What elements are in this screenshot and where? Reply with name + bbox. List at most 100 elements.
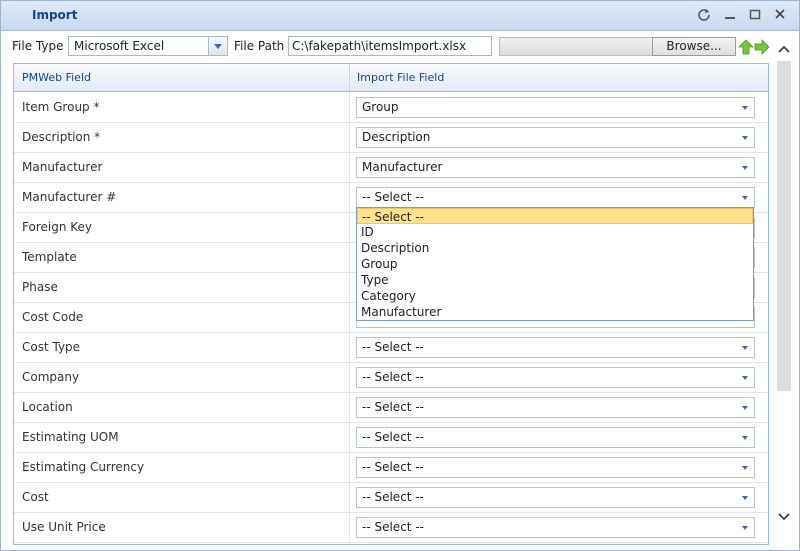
import-field-select[interactable]: Description: [356, 127, 755, 148]
right-arrow-icon[interactable]: [753, 38, 771, 56]
chevron-down-icon[interactable]: [742, 526, 748, 530]
column-separator: [349, 512, 350, 542]
table-row: Location -- Select --: [14, 392, 768, 423]
chevron-down-icon: [214, 44, 222, 49]
pmweb-field-label: Estimating Currency: [22, 460, 145, 474]
pmweb-field-label: Use Unit Price: [22, 520, 106, 534]
import-field-value: Group: [362, 100, 399, 114]
column-separator: [349, 482, 350, 512]
column-separator: [349, 152, 350, 182]
table-row: Use Unit Price -- Select --: [14, 512, 768, 543]
pmweb-field-label: Company: [22, 370, 80, 384]
title-bar[interactable]: Import: [1, 1, 799, 31]
chevron-down-icon[interactable]: [742, 106, 748, 110]
pmweb-field-label: Template: [22, 250, 77, 264]
import-field-select[interactable]: -- Select --: [356, 367, 755, 388]
pmweb-field-label: Description *: [22, 130, 101, 144]
import-field-value: -- Select --: [362, 190, 424, 204]
column-separator: [349, 302, 350, 332]
dropdown-option[interactable]: Group: [357, 256, 753, 272]
file-type-label: File Type: [12, 39, 64, 53]
import-field-select[interactable]: -- Select --: [356, 397, 755, 418]
chevron-down-icon[interactable]: [742, 196, 748, 200]
column-separator: [349, 422, 350, 452]
file-path-field[interactable]: C:\fakepath\itemsImport.xlsx: [288, 36, 492, 56]
import-field-dropdown-list[interactable]: -- Select -- ID Description Group Type Catego…: [356, 207, 754, 321]
column-separator: [349, 182, 350, 212]
chevron-down-icon[interactable]: [742, 406, 748, 410]
chevron-down-icon[interactable]: [742, 136, 748, 140]
import-field-select[interactable]: -- Select --: [356, 427, 755, 448]
file-type-select[interactable]: Microsoft Excel: [68, 36, 228, 56]
column-separator: [349, 92, 350, 122]
column-separator: [349, 452, 350, 482]
chevron-down-icon[interactable]: [742, 346, 748, 350]
pmweb-field-label: Cost: [22, 490, 49, 504]
import-field-value: -- Select --: [362, 340, 424, 354]
table-row: Estimating Currency -- Select --: [14, 452, 768, 483]
upload-progress-bar: [499, 37, 653, 56]
table-row: Cost -- Select --: [14, 482, 768, 513]
table-row: Description * Description: [14, 122, 768, 153]
dropdown-option[interactable]: -- Select --: [357, 208, 753, 224]
column-separator: [349, 362, 350, 392]
chevron-down-icon[interactable]: [742, 496, 748, 500]
import-window: Import File Type Microsoft Excel File Pa…: [0, 0, 800, 551]
minimize-icon[interactable]: [722, 7, 738, 23]
chevron-down-icon[interactable]: [742, 466, 748, 470]
pmweb-field-label: Item Group *: [22, 100, 100, 114]
pmweb-field-label: Foreign Key: [22, 220, 92, 234]
table-row: Estimating UOM -- Select --: [14, 422, 768, 453]
pmweb-field-label: Cost Type: [22, 340, 81, 354]
chevron-down-icon[interactable]: [742, 376, 748, 380]
file-path-label: File Path: [234, 39, 285, 53]
maximize-icon[interactable]: [747, 7, 763, 23]
chevron-down-icon[interactable]: [742, 436, 748, 440]
dropdown-option[interactable]: Category: [357, 288, 753, 304]
chevron-up-icon[interactable]: [777, 43, 791, 57]
scrollbar-thumb[interactable]: [777, 61, 791, 391]
import-field-select[interactable]: -- Select --: [356, 337, 755, 358]
table-row: Company -- Select --: [14, 362, 768, 393]
file-type-value: Microsoft Excel: [74, 39, 165, 53]
column-separator: [349, 242, 350, 272]
import-field-value: Manufacturer: [362, 160, 443, 174]
import-field-select[interactable]: Group: [356, 97, 755, 118]
pmweb-field-label: Phase: [22, 280, 58, 294]
dropdown-option[interactable]: Type: [357, 272, 753, 288]
table-row: Manufacturer Manufacturer: [14, 152, 768, 183]
pmweb-field-label: Manufacturer #: [22, 190, 117, 204]
dropdown-option[interactable]: ID: [357, 224, 753, 240]
import-field-select[interactable]: Manufacturer: [356, 157, 755, 178]
pmweb-field-label: Manufacturer: [22, 160, 103, 174]
import-field-select[interactable]: -- Select --: [356, 487, 755, 508]
import-field-value: -- Select --: [362, 520, 424, 534]
grid-header: PMWeb Field Import File Field: [14, 64, 768, 92]
import-field-value: -- Select --: [362, 430, 424, 444]
pmweb-field-label: Location: [22, 400, 73, 414]
column-separator: [349, 392, 350, 422]
column-header-import-file-field[interactable]: Import File Field: [357, 71, 444, 84]
column-header-pmweb-field[interactable]: PMWeb Field: [22, 71, 91, 84]
import-field-value: Description: [362, 130, 431, 144]
import-field-select[interactable]: -- Select --: [356, 187, 755, 208]
chevron-down-icon[interactable]: [777, 509, 791, 523]
browse-button[interactable]: Browse...: [652, 37, 736, 56]
column-separator: [349, 64, 350, 91]
file-path-value: C:\fakepath\itemsImport.xlsx: [292, 39, 467, 53]
import-field-value: -- Select --: [362, 400, 424, 414]
column-separator: [349, 272, 350, 302]
column-separator: [349, 332, 350, 362]
column-separator: [349, 122, 350, 152]
dropdown-option[interactable]: Description: [357, 240, 753, 256]
dropdown-option[interactable]: Manufacturer: [357, 304, 753, 320]
import-field-select[interactable]: -- Select --: [356, 517, 755, 538]
file-type-dropdown-button[interactable]: [208, 37, 227, 55]
close-icon[interactable]: [772, 7, 788, 23]
import-field-select[interactable]: -- Select --: [356, 457, 755, 478]
vertical-scrollbar[interactable]: [773, 45, 795, 543]
table-row: Item Group * Group: [14, 92, 768, 123]
column-separator: [349, 212, 350, 242]
refresh-icon[interactable]: [696, 7, 712, 23]
chevron-down-icon[interactable]: [742, 166, 748, 170]
